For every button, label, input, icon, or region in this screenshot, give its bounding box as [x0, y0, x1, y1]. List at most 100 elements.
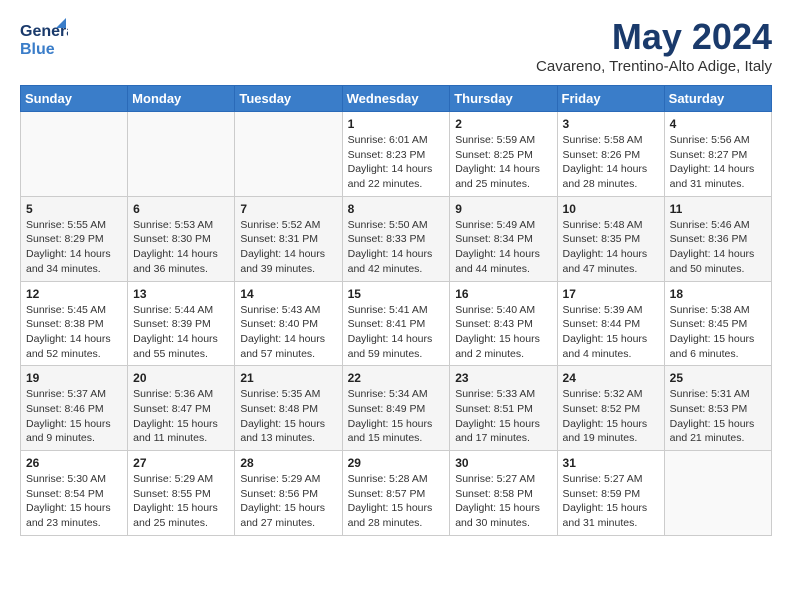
day-info: Sunrise: 5:32 AMSunset: 8:52 PMDaylight:…: [563, 387, 659, 446]
day-info: Sunrise: 5:35 AMSunset: 8:48 PMDaylight:…: [240, 387, 336, 446]
table-row: 26Sunrise: 5:30 AMSunset: 8:54 PMDayligh…: [21, 451, 128, 536]
day-info: Sunrise: 5:27 AMSunset: 8:59 PMDaylight:…: [563, 472, 659, 531]
table-row: 7 Sunrise: 5:52 AMSunset: 8:31 PMDaylight…: [235, 196, 342, 281]
table-row: 31 Sunrise: 5:27 AMSunset: 8:59 PMDayligh…: [557, 451, 664, 536]
day-info: Sunrise: 5:43 AMSunset: 8:40 PMDaylight:…: [240, 303, 336, 362]
calendar-week-row: 19 Sunrise: 5:37 AMSunset: 8:46 PMDayligh…: [21, 366, 772, 451]
day-number: 12: [26, 287, 122, 301]
day-info: Sunrise: 5:45 AMSunset: 8:38 PMDaylight:…: [26, 303, 122, 362]
day-number: 19: [26, 371, 122, 385]
day-info: Sunrise: 5:44 AMSunset: 8:39 PMDaylight:…: [133, 303, 229, 362]
table-row: 16 Sunrise: 5:40 AMSunset: 8:43 PMDayligh…: [450, 281, 557, 366]
calendar-table: Sunday Monday Tuesday Wednesday Thursday…: [20, 85, 772, 536]
table-row: 6Sunrise: 5:53 AMSunset: 8:30 PMDaylight…: [128, 196, 235, 281]
day-info: Sunrise: 5:46 AMSunset: 8:36 PMDaylight:…: [670, 218, 766, 277]
table-row: 20 Sunrise: 5:36 AMSunset: 8:47 PMDayligh…: [128, 366, 235, 451]
table-row: 17Sunrise: 5:39 AMSunset: 8:44 PMDayligh…: [557, 281, 664, 366]
calendar-header-row: Sunday Monday Tuesday Wednesday Thursday…: [21, 86, 772, 112]
day-info: Sunrise: 6:01 AMSunset: 8:23 PMDaylight:…: [348, 133, 445, 192]
day-number: 21: [240, 371, 336, 385]
day-number: 31: [563, 456, 659, 470]
table-row: [664, 451, 771, 536]
day-info: Sunrise: 5:40 AMSunset: 8:43 PMDaylight:…: [455, 303, 551, 362]
header: General Blue May 2024 Cavareno, Trentino…: [20, 16, 772, 75]
day-number: 7: [240, 202, 336, 216]
svg-text:Blue: Blue: [20, 41, 55, 58]
day-info: Sunrise: 5:36 AMSunset: 8:47 PMDaylight:…: [133, 387, 229, 446]
day-number: 14: [240, 287, 336, 301]
table-row: 27 Sunrise: 5:29 AMSunset: 8:55 PMDayligh…: [128, 451, 235, 536]
table-row: [21, 112, 128, 197]
day-number: 4: [670, 117, 766, 131]
day-info: Sunrise: 5:37 AMSunset: 8:46 PMDaylight:…: [26, 387, 122, 446]
day-number: 30: [455, 456, 551, 470]
day-number: 23: [455, 371, 551, 385]
calendar-week-row: 12 Sunrise: 5:45 AMSunset: 8:38 PMDayligh…: [21, 281, 772, 366]
day-info: Sunrise: 5:59 AMSunset: 8:25 PMDaylight:…: [455, 133, 551, 192]
table-row: 23Sunrise: 5:33 AMSunset: 8:51 PMDayligh…: [450, 366, 557, 451]
day-info: Sunrise: 5:49 AMSunset: 8:34 PMDaylight:…: [455, 218, 551, 277]
day-number: 28: [240, 456, 336, 470]
day-number: 29: [348, 456, 445, 470]
day-number: 24: [563, 371, 659, 385]
day-number: 26: [26, 456, 122, 470]
day-number: 2: [455, 117, 551, 131]
table-row: 30 Sunrise: 5:27 AMSunset: 8:58 PMDayligh…: [450, 451, 557, 536]
day-info: Sunrise: 5:50 AMSunset: 8:33 PMDaylight:…: [348, 218, 445, 277]
logo: General Blue: [20, 16, 68, 60]
table-row: 21 Sunrise: 5:35 AMSunset: 8:48 PMDayligh…: [235, 366, 342, 451]
day-number: 20: [133, 371, 229, 385]
table-row: 14 Sunrise: 5:43 AMSunset: 8:40 PMDayligh…: [235, 281, 342, 366]
day-info: Sunrise: 5:34 AMSunset: 8:49 PMDaylight:…: [348, 387, 445, 446]
day-number: 5: [26, 202, 122, 216]
day-number: 9: [455, 202, 551, 216]
day-number: 22: [348, 371, 445, 385]
table-row: 12 Sunrise: 5:45 AMSunset: 8:38 PMDayligh…: [21, 281, 128, 366]
table-row: [235, 112, 342, 197]
table-row: 1 Sunrise: 6:01 AMSunset: 8:23 PMDaylight…: [342, 112, 450, 197]
table-row: 3Sunrise: 5:58 AMSunset: 8:26 PMDaylight…: [557, 112, 664, 197]
day-number: 18: [670, 287, 766, 301]
month-title: May 2024: [536, 16, 772, 58]
day-number: 11: [670, 202, 766, 216]
day-number: 8: [348, 202, 445, 216]
table-row: 5 Sunrise: 5:55 AMSunset: 8:29 PMDaylight…: [21, 196, 128, 281]
calendar-week-row: 5 Sunrise: 5:55 AMSunset: 8:29 PMDaylight…: [21, 196, 772, 281]
day-number: 1: [348, 117, 445, 131]
table-row: 18 Sunrise: 5:38 AMSunset: 8:45 PMDayligh…: [664, 281, 771, 366]
table-row: 13Sunrise: 5:44 AMSunset: 8:39 PMDayligh…: [128, 281, 235, 366]
location-subtitle: Cavareno, Trentino-Alto Adige, Italy: [536, 58, 772, 75]
table-row: 25 Sunrise: 5:31 AMSunset: 8:53 PMDayligh…: [664, 366, 771, 451]
day-number: 6: [133, 202, 229, 216]
table-row: 10 Sunrise: 5:48 AMSunset: 8:35 PMDayligh…: [557, 196, 664, 281]
col-sunday: Sunday: [21, 86, 128, 112]
calendar-week-row: 26Sunrise: 5:30 AMSunset: 8:54 PMDayligh…: [21, 451, 772, 536]
day-info: Sunrise: 5:48 AMSunset: 8:35 PMDaylight:…: [563, 218, 659, 277]
col-friday: Friday: [557, 86, 664, 112]
day-number: 15: [348, 287, 445, 301]
day-info: Sunrise: 5:55 AMSunset: 8:29 PMDaylight:…: [26, 218, 122, 277]
title-block: May 2024 Cavareno, Trentino-Alto Adige, …: [536, 16, 772, 75]
day-info: Sunrise: 5:31 AMSunset: 8:53 PMDaylight:…: [670, 387, 766, 446]
table-row: 8 Sunrise: 5:50 AMSunset: 8:33 PMDaylight…: [342, 196, 450, 281]
col-monday: Monday: [128, 86, 235, 112]
day-number: 25: [670, 371, 766, 385]
day-number: 27: [133, 456, 229, 470]
table-row: 4Sunrise: 5:56 AMSunset: 8:27 PMDaylight…: [664, 112, 771, 197]
col-tuesday: Tuesday: [235, 86, 342, 112]
col-wednesday: Wednesday: [342, 86, 450, 112]
table-row: 19 Sunrise: 5:37 AMSunset: 8:46 PMDayligh…: [21, 366, 128, 451]
day-info: Sunrise: 5:58 AMSunset: 8:26 PMDaylight:…: [563, 133, 659, 192]
day-info: Sunrise: 5:52 AMSunset: 8:31 PMDaylight:…: [240, 218, 336, 277]
calendar-week-row: 1 Sunrise: 6:01 AMSunset: 8:23 PMDaylight…: [21, 112, 772, 197]
day-info: Sunrise: 5:27 AMSunset: 8:58 PMDaylight:…: [455, 472, 551, 531]
day-number: 10: [563, 202, 659, 216]
col-thursday: Thursday: [450, 86, 557, 112]
col-saturday: Saturday: [664, 86, 771, 112]
day-info: Sunrise: 5:38 AMSunset: 8:45 PMDaylight:…: [670, 303, 766, 362]
day-number: 16: [455, 287, 551, 301]
table-row: 28Sunrise: 5:29 AMSunset: 8:56 PMDayligh…: [235, 451, 342, 536]
day-info: Sunrise: 5:29 AMSunset: 8:55 PMDaylight:…: [133, 472, 229, 531]
table-row: [128, 112, 235, 197]
table-row: 24 Sunrise: 5:32 AMSunset: 8:52 PMDayligh…: [557, 366, 664, 451]
